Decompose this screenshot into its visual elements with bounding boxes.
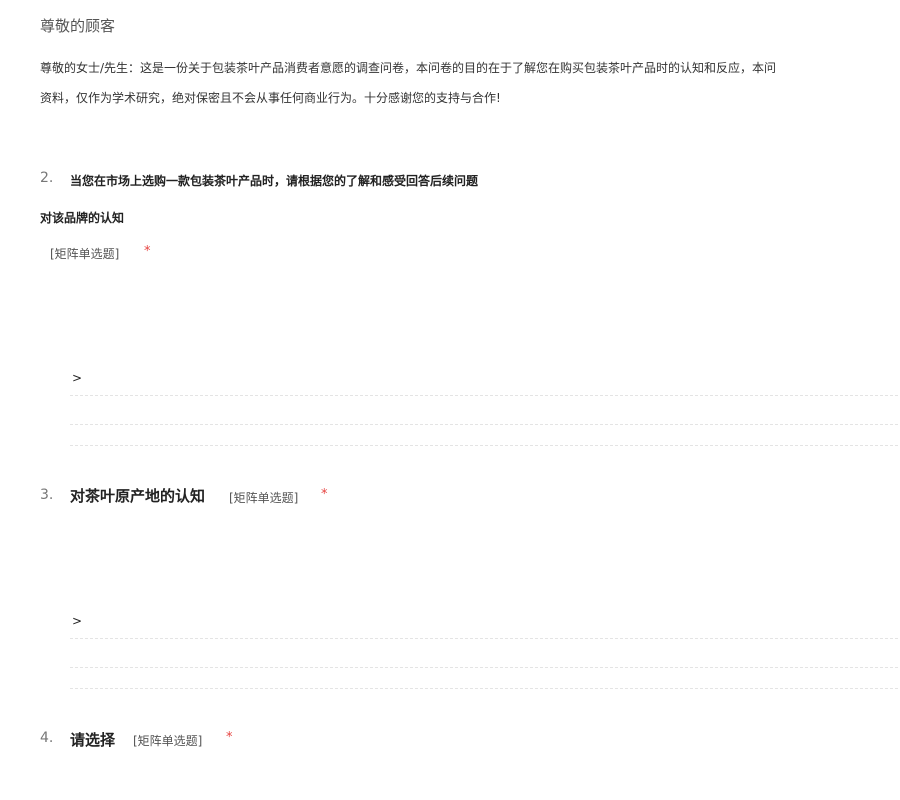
row-divider (70, 688, 898, 689)
row-divider (70, 638, 898, 639)
question-type-label: [矩阵单选题] (229, 491, 299, 505)
expand-chevron-icon[interactable]: > (72, 614, 82, 628)
intro-line: 尊敬的女士/先生：这是一份关于包装茶叶产品消费者意愿的调查问卷，本问卷的目的在于… (40, 61, 777, 75)
question-subtitle: 对该品牌的认知 (40, 211, 125, 225)
question-type-label: [矩阵单选题] (50, 247, 120, 261)
question-title: 请选择 (70, 731, 116, 749)
question-title: 当您在市场上选购一款包装茶叶产品时，请根据您的了解和感受回答后续问题 (70, 174, 479, 188)
intro-paragraph: 尊敬的女士/先生：这是一份关于包装茶叶产品消费者意愿的调查问卷，本问卷的目的在于… (40, 53, 900, 113)
question-number: 4. (40, 730, 54, 746)
row-divider (70, 445, 898, 446)
question-number: 3. (40, 487, 54, 503)
question-number: 2. (40, 170, 54, 186)
expand-chevron-icon[interactable]: > (72, 371, 82, 385)
row-divider (70, 667, 898, 668)
required-marker: * (144, 244, 151, 259)
row-divider (70, 395, 898, 396)
required-marker: * (321, 487, 328, 502)
question-type-label: [矩阵单选题] (133, 734, 203, 748)
required-marker: * (226, 730, 233, 745)
intro-line: 资料，仅作为学术研究，绝对保密且不会从事任何商业行为。十分感谢您的支持与合作! (40, 91, 501, 105)
row-divider (70, 424, 898, 425)
greeting-heading: 尊敬的顾客 (40, 17, 116, 35)
question-title: 对茶叶原产地的认知 (70, 487, 206, 505)
